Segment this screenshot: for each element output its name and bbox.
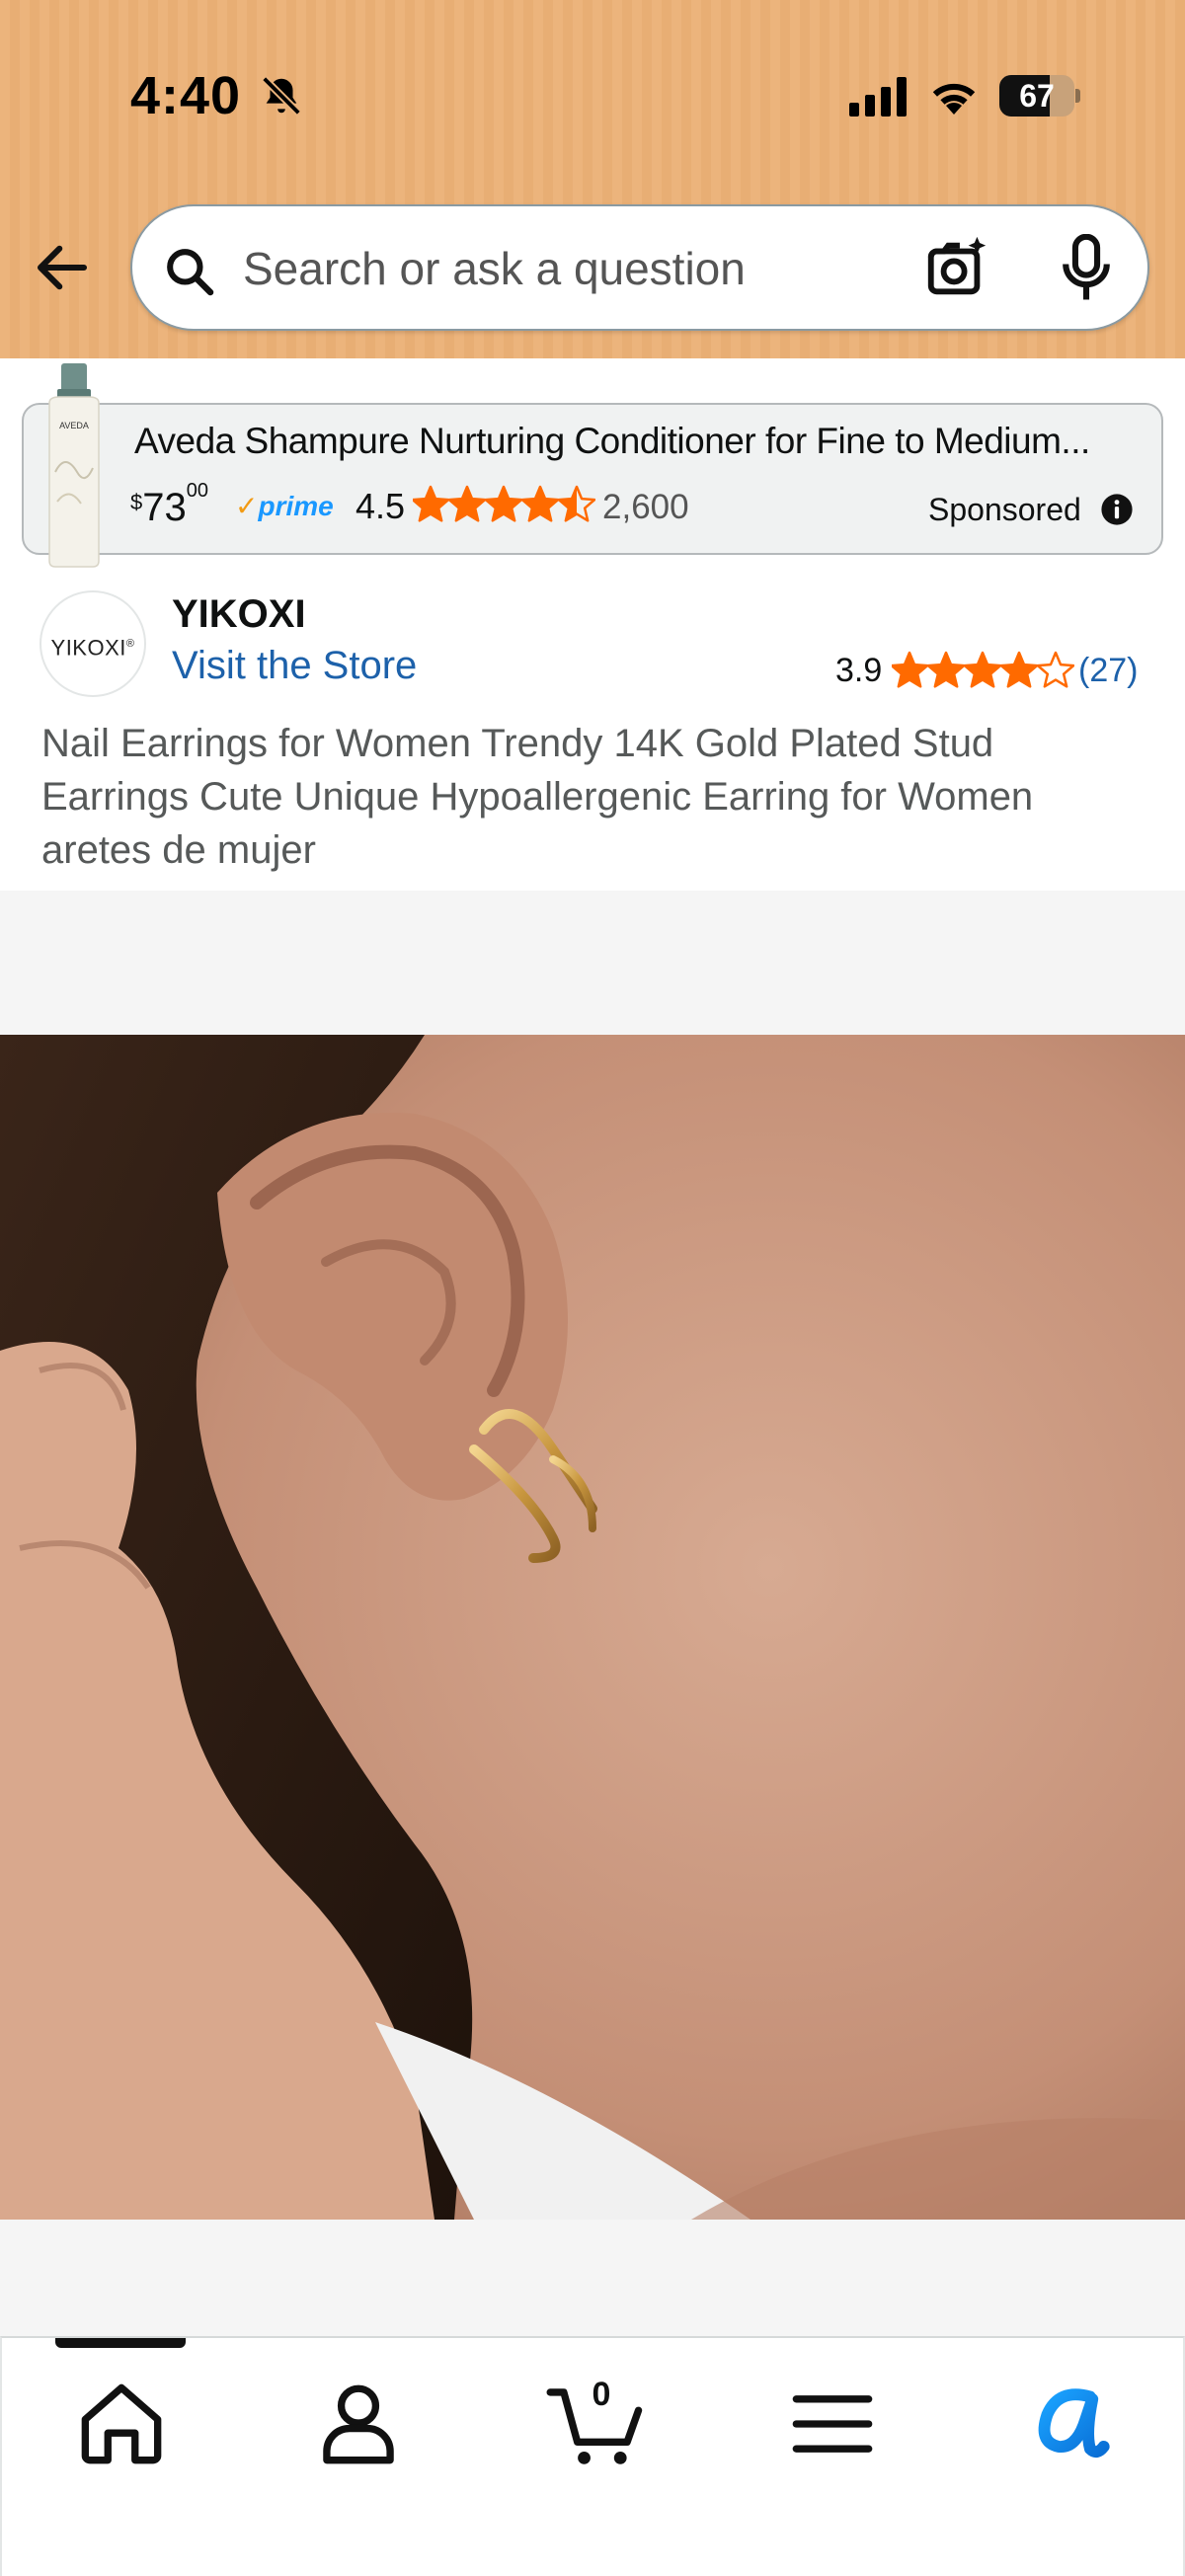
home-icon[interactable]: [67, 2370, 176, 2478]
battery-percent: 67: [1019, 78, 1055, 114]
battery-indicator: 67: [999, 75, 1080, 117]
sponsored-review-count: 2,600: [602, 488, 689, 526]
product-image[interactable]: [0, 1035, 1185, 2220]
search-input[interactable]: Search or ask a question: [130, 204, 1149, 331]
product-review-count[interactable]: (27): [1078, 652, 1138, 690]
product-star-fill-3: [964, 653, 1001, 687]
sponsored-label: Sponsored: [928, 492, 1081, 527]
product-title: Nail Earrings for Women Trendy 14K Gold …: [41, 722, 1034, 872]
header: 4:40 67 Search or ask a question: [0, 0, 1185, 358]
cellular-signal-icon: [849, 77, 907, 117]
bottle-brand: AVEDA: [59, 421, 89, 430]
sponsored-title[interactable]: Aveda Shampure Nurturing Conditioner for…: [134, 421, 1132, 462]
search-placeholder: Search or ask a question: [243, 243, 746, 294]
product-thumbnail[interactable]: AVEDA: [40, 363, 109, 569]
rufus-icon[interactable]: [1013, 2370, 1122, 2478]
product-rating[interactable]: 3.9: [835, 652, 882, 690]
sponsored-star-fill-4: [521, 487, 559, 521]
cart-count: 0: [592, 2376, 611, 2413]
bell-muted-icon: [262, 76, 301, 116]
product-star-5: [1036, 651, 1074, 688]
product-star-rating[interactable]: [892, 650, 1074, 691]
sponsored-price: $7300: [130, 479, 208, 529]
product-star-fill-1: [892, 653, 928, 687]
visit-store-link[interactable]: Visit the Store: [172, 644, 417, 688]
status-time: 4:40: [130, 66, 242, 125]
store-logo[interactable]: YIKOXI®: [40, 590, 146, 697]
wifi-icon: [932, 83, 976, 115]
product-star-fill-4: [1000, 653, 1035, 687]
active-tab-indicator: [55, 2338, 186, 2348]
brand-name: YIKOXI: [172, 592, 306, 636]
camera-lens-icon[interactable]: [922, 234, 991, 303]
search-icon: [167, 249, 214, 296]
back-arrow-icon[interactable]: [30, 235, 95, 300]
account-icon[interactable]: [304, 2370, 413, 2478]
prime-badge: ✓prime: [235, 491, 334, 521]
status-bar: 4:40 67: [0, 0, 1185, 193]
sponsored-star-rating: [413, 485, 595, 522]
info-icon[interactable]: [1100, 493, 1134, 526]
cart-button[interactable]: 0: [541, 2370, 650, 2478]
microphone-icon[interactable]: [1059, 234, 1114, 305]
bottom-navigation: 0: [0, 2336, 1185, 2576]
menu-icon[interactable]: [778, 2370, 887, 2478]
sponsored-star-fill-2: [448, 487, 486, 521]
sponsored-star-fill-3: [485, 487, 522, 521]
sponsored-rating: 4.5: [356, 486, 406, 526]
sponsored-star-fill-1: [413, 487, 449, 521]
product-star-fill-2: [927, 653, 965, 687]
